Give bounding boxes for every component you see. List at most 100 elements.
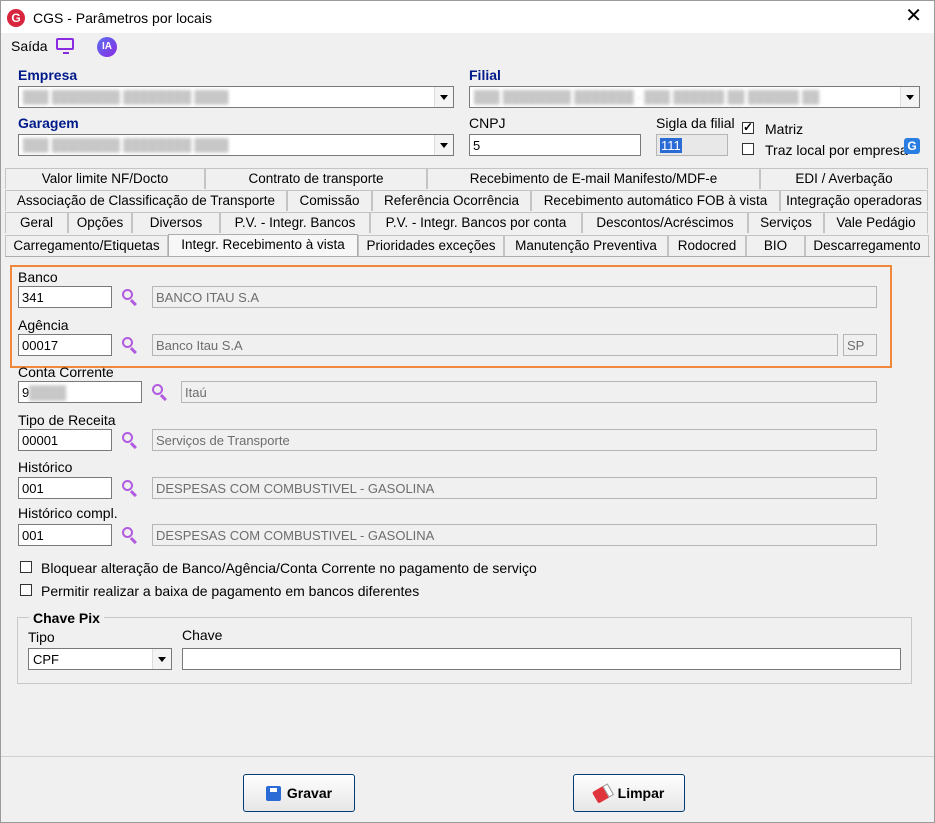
historico-code-input[interactable]: 001 bbox=[18, 477, 112, 499]
garagem-select[interactable]: ███ ████████ ████████ ████ bbox=[18, 134, 454, 156]
g-app-icon[interactable]: G bbox=[904, 138, 920, 154]
tab-contrato-transporte[interactable]: Contrato de transporte bbox=[205, 168, 427, 189]
agencia-label: Agência bbox=[18, 317, 69, 333]
tab-descarregamento[interactable]: Descarregamento bbox=[805, 235, 929, 256]
tab-vale-pedagio[interactable]: Vale Pedágio bbox=[824, 212, 928, 233]
cnpj-value: 5 bbox=[473, 138, 481, 153]
conta-redacted: ████ bbox=[29, 385, 67, 400]
filial-redacted-value: ███ ████████ ███████ - ███ ██████ ██ ███… bbox=[474, 90, 820, 104]
footer-separator bbox=[1, 756, 934, 757]
chevron-down-icon[interactable] bbox=[434, 135, 453, 155]
tab-row-1: Valor limite NF/Docto Contrato de transp… bbox=[5, 168, 928, 190]
pix-tipo-select[interactable]: CPF bbox=[28, 648, 172, 670]
empresa-redacted-value: ███ ████████ ████████ ████ bbox=[23, 90, 229, 104]
tab-pv-integr-bancos-conta[interactable]: P.V. - Integr. Bancos por conta bbox=[370, 212, 582, 233]
tipo-receita-name-field: Serviços de Transporte bbox=[152, 429, 877, 451]
historico-name-field: DESPESAS COM COMBUSTIVEL - GASOLINA bbox=[152, 477, 877, 499]
tab-row-2: Associação de Classificação de Transport… bbox=[5, 190, 928, 212]
tab-servicos[interactable]: Serviços bbox=[748, 212, 824, 233]
sigla-label: Sigla da filial bbox=[656, 115, 735, 131]
tab-valor-limite[interactable]: Valor limite NF/Docto bbox=[5, 168, 205, 189]
save-button[interactable]: Gravar bbox=[243, 774, 355, 812]
filial-select[interactable]: ███ ████████ ███████ - ███ ██████ ██ ███… bbox=[469, 86, 920, 108]
tab-integracao-operadoras[interactable]: Integração operadoras bbox=[780, 190, 928, 211]
historico-compl-label: Histórico compl. bbox=[18, 505, 118, 521]
tab-integr-recebimento-vista[interactable]: Integr. Recebimento à vista bbox=[168, 234, 358, 257]
search-icon[interactable] bbox=[122, 432, 140, 450]
tab-rodocred[interactable]: Rodocred bbox=[668, 235, 746, 256]
conta-label: Conta Corrente bbox=[18, 364, 114, 380]
tab-manutencao-preventiva[interactable]: Manutenção Preventiva bbox=[504, 235, 668, 256]
tab-pv-integr-bancos[interactable]: P.V. - Integr. Bancos bbox=[220, 212, 370, 233]
search-icon[interactable] bbox=[122, 480, 140, 498]
permitir-checkbox[interactable] bbox=[20, 584, 32, 596]
window-title: CGS - Parâmetros por locais bbox=[33, 10, 212, 26]
matriz-checkbox[interactable] bbox=[742, 120, 754, 134]
bloquear-checkbox[interactable] bbox=[20, 561, 32, 573]
search-icon[interactable] bbox=[122, 337, 140, 355]
pix-tipo-label: Tipo bbox=[28, 629, 55, 645]
tab-row-4: Carregamento/Etiquetas Integr. Recebimen… bbox=[5, 234, 929, 257]
search-icon[interactable] bbox=[122, 527, 140, 545]
agencia-uf-field: SP bbox=[843, 334, 877, 356]
historico-compl-code-input[interactable]: 001 bbox=[18, 524, 112, 546]
tab-opcoes[interactable]: Opções bbox=[68, 212, 132, 233]
chevron-down-icon[interactable] bbox=[900, 87, 919, 107]
pix-group-title: Chave Pix bbox=[29, 610, 104, 626]
save-icon bbox=[265, 785, 281, 801]
conta-code-input[interactable]: 9████ bbox=[18, 381, 142, 403]
eraser-icon bbox=[591, 782, 614, 804]
traz-local-label: Traz local por empresa bbox=[765, 142, 908, 158]
tipo-receita-code-input[interactable]: 00001 bbox=[18, 429, 112, 451]
title-bar: G CGS - Parâmetros por locais ✕ bbox=[1, 1, 934, 33]
tab-row-3: Geral Opções Diversos P.V. - Integr. Ban… bbox=[5, 212, 928, 234]
bloquear-label: Bloquear alteração de Banco/Agência/Cont… bbox=[41, 560, 537, 576]
clear-button-label: Limpar bbox=[617, 785, 665, 801]
save-button-label: Gravar bbox=[286, 785, 333, 801]
garagem-label: Garagem bbox=[18, 115, 79, 131]
close-icon[interactable]: ✕ bbox=[905, 6, 922, 26]
tab-bio[interactable]: BIO bbox=[746, 235, 805, 256]
cnpj-field[interactable]: 5 bbox=[469, 134, 641, 156]
app-logo-icon: G bbox=[7, 9, 25, 27]
ia-assistant-icon[interactable]: IA bbox=[97, 37, 117, 57]
tab-associacao-classificacao[interactable]: Associação de Classificação de Transport… bbox=[5, 190, 287, 211]
banco-label: Banco bbox=[18, 269, 58, 285]
tab-prioridades-excecoes[interactable]: Prioridades exceções bbox=[358, 235, 504, 256]
search-icon[interactable] bbox=[122, 289, 140, 307]
tab-comissao[interactable]: Comissão bbox=[287, 190, 372, 211]
tab-recebimento-email[interactable]: Recebimento de E-mail Manifesto/MDF-e bbox=[427, 168, 760, 189]
search-icon[interactable] bbox=[152, 384, 170, 402]
exit-menu[interactable]: Saída bbox=[11, 38, 48, 54]
cnpj-label: CNPJ bbox=[469, 115, 506, 131]
tab-carregamento-etiquetas[interactable]: Carregamento/Etiquetas bbox=[5, 235, 168, 256]
dialog-window: G CGS - Parâmetros por locais ✕ Saída IA… bbox=[0, 0, 935, 823]
agencia-name-field: Banco Itau S.A bbox=[152, 334, 838, 356]
pix-chave-label: Chave bbox=[182, 627, 223, 643]
traz-local-checkbox[interactable] bbox=[742, 143, 754, 155]
chevron-down-icon[interactable] bbox=[152, 649, 171, 669]
tab-geral[interactable]: Geral bbox=[5, 212, 68, 233]
tab-descontos-acrescimos[interactable]: Descontos/Acréscimos bbox=[582, 212, 748, 233]
garagem-redacted-value: ███ ████████ ████████ ████ bbox=[23, 138, 229, 152]
empresa-select[interactable]: ███ ████████ ████████ ████ bbox=[18, 86, 454, 108]
banco-code-input[interactable]: 341 bbox=[18, 286, 112, 308]
tab-diversos[interactable]: Diversos bbox=[132, 212, 220, 233]
sigla-value: 111 bbox=[660, 138, 682, 153]
pix-chave-input[interactable] bbox=[182, 648, 901, 670]
banco-name-field: BANCO ITAU S.A bbox=[152, 286, 877, 308]
sigla-field[interactable]: 111 bbox=[656, 134, 728, 156]
tipo-receita-label: Tipo de Receita bbox=[18, 412, 116, 428]
tab-panel-border bbox=[5, 256, 930, 257]
historico-label: Histórico bbox=[18, 459, 73, 475]
tab-edi-averbacao[interactable]: EDI / Averbação bbox=[760, 168, 928, 189]
monitor-icon[interactable] bbox=[56, 38, 74, 54]
tab-recebimento-fob[interactable]: Recebimento automático FOB à vista bbox=[531, 190, 780, 211]
matriz-label: Matriz bbox=[765, 121, 804, 137]
clear-button[interactable]: Limpar bbox=[573, 774, 685, 812]
empresa-label: Empresa bbox=[18, 67, 78, 83]
historico-compl-name-field: DESPESAS COM COMBUSTIVEL - GASOLINA bbox=[152, 524, 877, 546]
tab-referencia-ocorrencia[interactable]: Referência Ocorrência bbox=[372, 190, 531, 211]
chevron-down-icon[interactable] bbox=[434, 87, 453, 107]
agencia-code-input[interactable]: 00017 bbox=[18, 334, 112, 356]
